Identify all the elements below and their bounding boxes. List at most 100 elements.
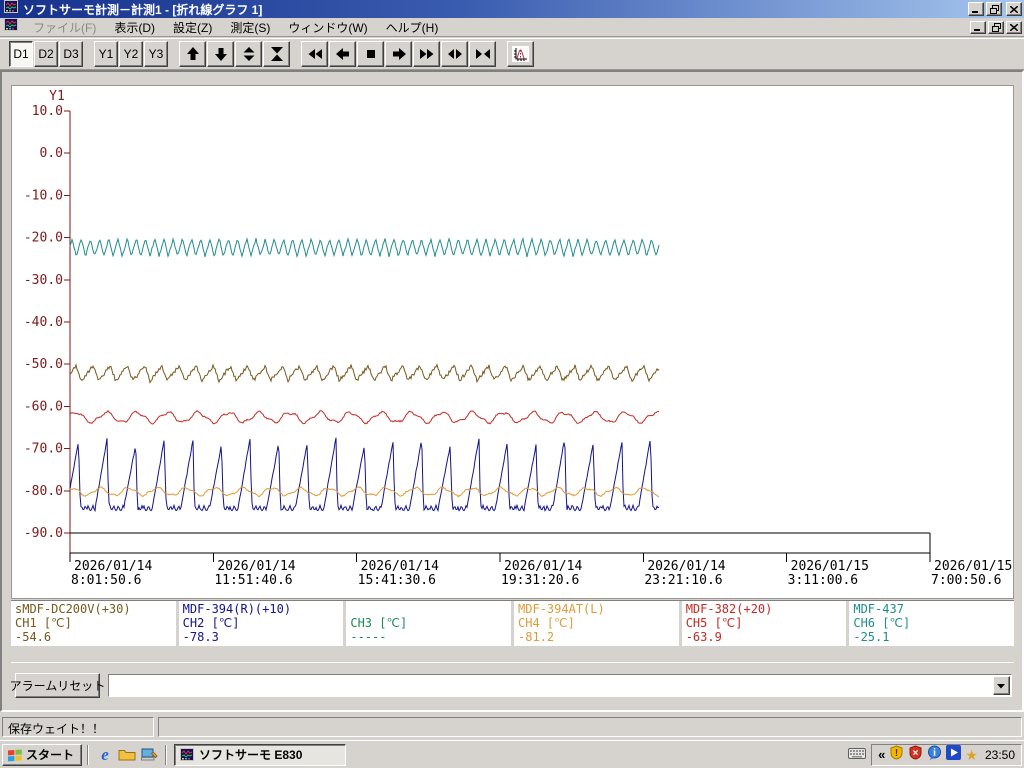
- channel-value: -81.2: [518, 630, 675, 644]
- svg-text:-90.0: -90.0: [24, 526, 63, 541]
- mdi-child-icon[interactable]: [4, 18, 18, 36]
- y2-button[interactable]: Y2: [119, 41, 143, 67]
- channel-name: MDF-437: [853, 602, 1010, 616]
- mdi-close-button[interactable]: [1006, 21, 1022, 34]
- chart-panel: Y110.00.0-10.0-20.0-30.0-40.0-50.0-60.0-…: [11, 85, 1014, 599]
- svg-text:7:00:50.6: 7:00:50.6: [931, 573, 1001, 588]
- restore-button[interactable]: [986, 2, 1002, 16]
- menu-measure[interactable]: 測定(S): [221, 17, 279, 38]
- internet-explorer-icon[interactable]: e: [94, 744, 116, 766]
- fast-forward-button[interactable]: [413, 41, 440, 67]
- mdi-minimize-button[interactable]: [970, 21, 986, 34]
- arrow-left-icon: [335, 46, 351, 62]
- alarm-combobox[interactable]: [108, 674, 1012, 697]
- channel-name: sMDF-DC200V(+30): [15, 602, 172, 616]
- favorites-star-icon[interactable]: ★: [965, 748, 978, 762]
- y1-button[interactable]: Y1: [94, 41, 118, 67]
- menu-help[interactable]: ヘルプ(H): [377, 17, 448, 38]
- step-right-button[interactable]: [385, 41, 412, 67]
- start-label: スタート: [26, 746, 74, 763]
- line-chart: Y110.00.0-10.0-20.0-30.0-40.0-50.0-60.0-…: [12, 86, 1013, 598]
- svg-text:!: !: [895, 748, 898, 759]
- channel-label: CH1 [℃]: [15, 616, 172, 630]
- windows-logo-icon: [7, 748, 23, 762]
- graph-settings-button[interactable]: [507, 41, 534, 67]
- channel-label: CH4 [℃]: [518, 616, 675, 630]
- taskbar-clock[interactable]: 23:50: [985, 748, 1015, 762]
- stop-button[interactable]: [357, 41, 384, 67]
- window-title: ソフトサーモ計測－計測1 - [折れ線グラフ 1]: [23, 1, 966, 18]
- compress-vertical-button[interactable]: [263, 41, 290, 67]
- combobox-dropdown-button[interactable]: [993, 676, 1010, 695]
- security-alert-shield-icon[interactable]: ✕: [908, 745, 923, 765]
- channel-value: -63.9: [686, 630, 843, 644]
- tray-overflow-chevron[interactable]: «: [878, 748, 885, 761]
- folder-icon[interactable]: [116, 744, 138, 766]
- arrow-down-icon: [213, 46, 229, 62]
- menu-window[interactable]: ウィンドウ(W): [279, 17, 376, 38]
- legend-cell: MDF-437CH6 [℃]-25.1: [849, 601, 1014, 646]
- channel-value: -78.3: [183, 630, 340, 644]
- svg-text:10.0: 10.0: [32, 104, 63, 119]
- d1-button[interactable]: D1: [9, 41, 33, 67]
- channel-name: [350, 602, 507, 616]
- compress-horizontal-icon: [475, 46, 491, 62]
- channel-label: CH2 [℃]: [183, 616, 340, 630]
- minimize-button[interactable]: [968, 2, 984, 16]
- svg-text:2026/01/14: 2026/01/14: [504, 559, 582, 574]
- close-button[interactable]: [1006, 2, 1022, 16]
- expand-horizontal-button[interactable]: [441, 41, 468, 67]
- compress-horizontal-button[interactable]: [469, 41, 496, 67]
- info-balloon-icon[interactable]: i: [927, 745, 942, 765]
- channel-label: CH5 [℃]: [686, 616, 843, 630]
- channel-label: CH3 [℃]: [350, 616, 507, 630]
- svg-text:-20.0: -20.0: [24, 231, 63, 246]
- svg-text:15:41:30.6: 15:41:30.6: [358, 573, 436, 588]
- svg-text:11:51:40.6: 11:51:40.6: [214, 573, 292, 588]
- scroll-down-button[interactable]: [207, 41, 234, 67]
- svg-text:8:01:50.6: 8:01:50.6: [71, 573, 141, 588]
- d3-button[interactable]: D3: [59, 41, 83, 67]
- y3-button[interactable]: Y3: [144, 41, 168, 67]
- legend-cell: MDF-382(+20)CH5 [℃]-63.9: [682, 601, 847, 646]
- svg-text:2026/01/14: 2026/01/14: [217, 559, 295, 574]
- mdi-restore-button[interactable]: [988, 21, 1004, 34]
- svg-text:19:31:20.6: 19:31:20.6: [501, 573, 579, 588]
- svg-text:2026/01/14: 2026/01/14: [361, 559, 439, 574]
- start-button[interactable]: スタート: [2, 744, 82, 766]
- fast-forward-icon: [419, 46, 435, 62]
- keyboard-layout-icon[interactable]: [848, 746, 866, 764]
- channel-name: MDF-394AT(L): [518, 602, 675, 616]
- security-warning-shield-icon[interactable]: !: [889, 745, 904, 765]
- fast-rewind-button[interactable]: [301, 41, 328, 67]
- status-message: 保存ウェイト！！: [2, 717, 154, 737]
- alarm-combobox-value[interactable]: [109, 675, 992, 696]
- mdi-client-area: Y110.00.0-10.0-20.0-30.0-40.0-50.0-60.0-…: [0, 70, 1024, 712]
- d2-button[interactable]: D2: [34, 41, 58, 67]
- show-desktop-icon[interactable]: [138, 744, 160, 766]
- expand-horizontal-icon: [447, 46, 463, 62]
- legend-cell: sMDF-DC200V(+30)CH1 [℃]-54.6: [11, 601, 176, 646]
- svg-text:-80.0: -80.0: [24, 484, 63, 499]
- task-button-label: ソフトサーモ E830: [199, 746, 302, 763]
- svg-text:2026/01/15: 2026/01/15: [791, 559, 869, 574]
- step-left-button[interactable]: [329, 41, 356, 67]
- media-play-icon[interactable]: [946, 745, 961, 765]
- fast-rewind-icon: [307, 46, 323, 62]
- app-icon: [180, 748, 194, 761]
- svg-text:23:21:10.6: 23:21:10.6: [644, 573, 722, 588]
- alarm-row: アラームリセット: [11, 662, 1014, 704]
- scroll-up-button[interactable]: [179, 41, 206, 67]
- svg-text:i: i: [934, 747, 937, 758]
- status-bar: 保存ウェイト！！: [0, 712, 1024, 740]
- expand-vertical-button[interactable]: [235, 41, 262, 67]
- task-button-softthermo[interactable]: ソフトサーモ E830: [174, 744, 346, 766]
- svg-text:-30.0: -30.0: [24, 273, 63, 288]
- status-panel-right: [158, 717, 1022, 737]
- alarm-reset-button[interactable]: アラームリセット: [15, 673, 100, 698]
- expand-vertical-icon: [241, 46, 257, 62]
- menu-settings[interactable]: 設定(Z): [164, 17, 221, 38]
- tray-panel: « ! ✕ i ★ 23:50: [871, 744, 1022, 766]
- menu-view[interactable]: 表示(D): [105, 17, 164, 38]
- svg-text:-40.0: -40.0: [24, 315, 63, 330]
